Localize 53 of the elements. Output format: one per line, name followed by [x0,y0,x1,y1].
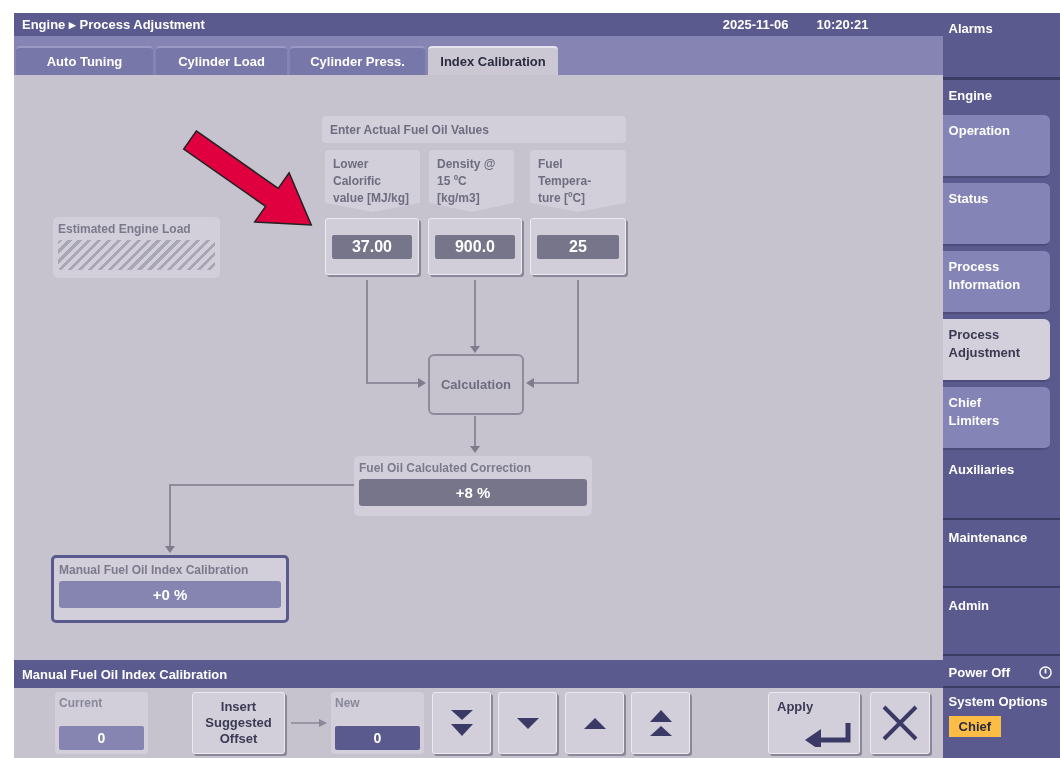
new-value-field[interactable]: 0 [335,726,420,750]
apply-button[interactable]: Apply [768,692,860,754]
readout-field: +0 % [59,581,281,608]
double-up-triangle-icon [649,710,672,736]
step-button[interactable] [498,692,557,754]
tab[interactable]: Cylinder Press. [290,46,425,75]
column-header: Fuel Tempera- ture [ºC] [530,150,626,212]
current-value: 0 [59,726,144,750]
connector-arrow [470,415,480,453]
tab[interactable]: Index Calibration [428,46,558,75]
section-title: Enter Actual Fuel Oil Values [322,116,626,143]
column-header: Lower Calorific value [MJ/kg] [325,150,420,212]
step-button[interactable] [631,692,690,754]
step-button[interactable] [565,692,624,754]
card-label: Estimated Engine Load [58,222,192,236]
card-label: Manual Fuel Oil Index Calibration [59,563,250,577]
tab[interactable]: Auto Tuning [16,46,153,75]
right-arrow-icon [291,718,327,728]
nav-button[interactable]: Operation [942,115,1050,178]
panel-title: Manual Fuel Oil Index Calibration [22,666,228,682]
date-text: 2025-11-06 [722,17,789,32]
field-label: Current [59,696,104,710]
step-button[interactable] [432,692,491,754]
nav-button[interactable]: Status [942,183,1050,246]
manual-card[interactable]: Manual Fuel Oil Index Calibration +0 % [51,555,289,623]
time-text: 10:20:21 [816,17,869,32]
value-button[interactable]: 25 [530,218,626,275]
value-field: 25 [537,234,619,259]
insert-offset-button[interactable]: Insert Suggested Offset [192,692,285,754]
column-header: Density @ 15 ºC [kg/m3] [429,150,514,212]
nav-button[interactable]: Process Adjustment [942,319,1050,382]
nav-button[interactable]: Process Information [942,251,1050,314]
double-down-triangle-icon [450,710,473,736]
close-icon [881,704,919,742]
field-label: New [335,696,361,710]
role-badge: Chief [948,716,1002,737]
readout-field: +8 % [359,479,587,506]
value-button[interactable]: 37.00 [325,218,419,275]
down-triangle-icon [516,717,539,729]
close-button[interactable] [870,692,930,754]
value-field: 900.0 [435,234,515,259]
up-triangle-icon [583,717,606,729]
calculation-node: Calculation [428,354,524,415]
power-icon [1039,666,1052,679]
tab[interactable]: Cylinder Load [156,46,287,75]
value-field: 37.00 [332,234,412,259]
group-label: Engine [948,88,992,103]
nav-button[interactable]: Chief Limiters [942,387,1050,450]
value-button[interactable]: 900.0 [428,218,522,275]
return-arrow-icon [805,723,851,747]
alarms-label[interactable]: Alarms [948,21,993,36]
card-label: Fuel Oil Calculated Correction [359,461,533,475]
breadcrumb: Engine ▸ Process Adjustment [22,17,205,32]
